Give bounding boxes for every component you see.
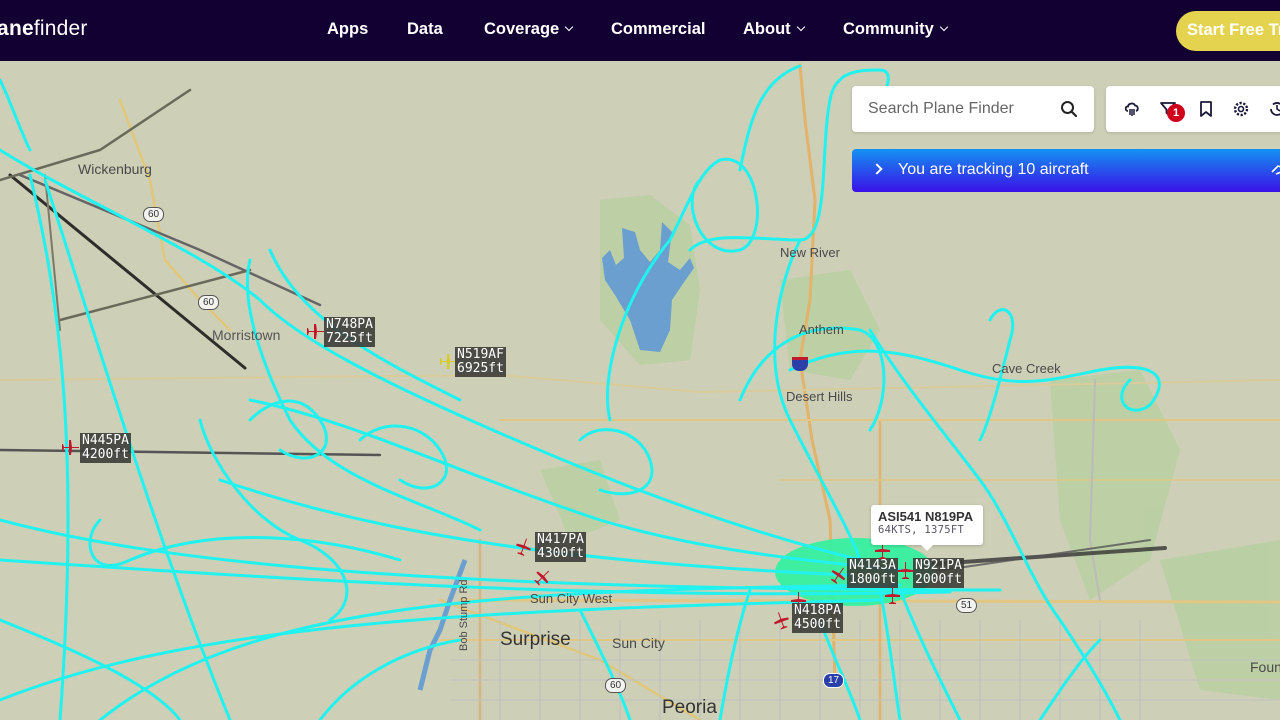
tooltip-title: ASI541 N819PA [878, 509, 974, 524]
place-label: Cave Creek [992, 361, 1061, 376]
aircraft-registration: N519AF [457, 347, 504, 362]
aircraft-icon [1271, 165, 1280, 175]
place-label: Desert Hills [786, 389, 853, 404]
aircraft-registration: N921PA [915, 558, 962, 573]
bookmark-icon[interactable] [1197, 100, 1215, 118]
aircraft-icon[interactable] [771, 611, 791, 631]
top-navigation-bar: planefinder Apps Data Coverage Commercia… [0, 0, 1280, 61]
app: Wickenburg Morristown New River Anthem D… [0, 0, 1280, 720]
place-label: Surprise [500, 629, 571, 650]
nav-about[interactable]: About [743, 20, 805, 39]
aircraft-altitude: 6925ft [457, 361, 504, 376]
aircraft-label[interactable]: N748PA 7225ft [324, 317, 375, 347]
gear-icon[interactable] [1232, 100, 1250, 118]
aircraft-label[interactable]: N921PA 2000ft [913, 558, 964, 588]
chevron-down-icon [939, 22, 948, 32]
interstate-shield: 17 [823, 673, 845, 688]
highway-shield: 60 [605, 678, 627, 693]
chevron-down-icon [564, 22, 574, 32]
nav-label: Data [407, 20, 443, 38]
aircraft-registration: N418PA [794, 603, 841, 618]
highway-shield: 51 [956, 598, 978, 613]
road-label: Bob Stump Rd [458, 579, 470, 651]
filter-count-badge: 1 [1167, 104, 1185, 122]
place-label: Sun City [612, 635, 665, 651]
cloud-weather-icon[interactable] [1123, 100, 1141, 118]
aircraft-altitude: 4300ft [537, 546, 584, 561]
aircraft-label[interactable]: N519AF 6925ft [455, 347, 506, 377]
aircraft-icon[interactable] [828, 565, 848, 585]
nav-label: About [743, 20, 791, 38]
planefinder-logo[interactable]: planefinder [0, 17, 88, 41]
aircraft-altitude: 2000ft [915, 572, 962, 587]
nav-label: Apps [327, 20, 369, 38]
aircraft-label[interactable]: N445PA 4200ft [80, 433, 131, 463]
aircraft-registration: N4143A [849, 558, 896, 573]
aircraft-registration: N445PA [82, 433, 129, 448]
aircraft-registration: N748PA [326, 317, 373, 332]
aircraft-icon[interactable] [532, 567, 552, 587]
logo-rest: finder [33, 17, 88, 40]
aircraft-tooltip: ASI541 N819PA 64KTS, 1375FT [871, 505, 983, 551]
search-box [852, 86, 1094, 132]
search-icon[interactable] [1060, 100, 1078, 118]
place-label: Fountain Hills [1250, 659, 1280, 675]
aircraft-icon[interactable] [513, 537, 533, 557]
place-label: Sun City West [530, 591, 613, 606]
highway-shield: 60 [198, 295, 220, 310]
aircraft-label[interactable]: N417PA 4300ft [535, 532, 586, 562]
nav-commercial[interactable]: Commercial [611, 20, 705, 39]
nav-community[interactable]: Community [843, 20, 948, 39]
place-label: New River [780, 245, 840, 260]
aircraft-icon[interactable] [305, 321, 325, 341]
place-label: Peoria [662, 697, 717, 718]
aircraft-label[interactable]: N4143A 1800ft [847, 558, 898, 588]
history-icon[interactable] [1268, 100, 1280, 118]
place-label: Anthem [799, 322, 844, 337]
chevron-down-icon [796, 22, 805, 32]
aircraft-altitude: 4500ft [794, 617, 841, 632]
aircraft-label[interactable]: N418PA 4500ft [792, 603, 843, 633]
aircraft-altitude: 1800ft [849, 572, 896, 587]
start-free-trial-button[interactable]: Start Free Trial [1176, 11, 1280, 51]
interstate-shield [792, 357, 808, 371]
aircraft-altitude: 4200ft [82, 447, 129, 462]
highway-shield: 60 [143, 207, 165, 222]
tracking-banner[interactable]: You are tracking 10 aircraft [852, 149, 1280, 192]
logo-prefix: pla [0, 17, 9, 40]
logo-bold: ne [8, 17, 34, 40]
nav-label: Community [843, 20, 934, 38]
chevron-right-icon[interactable] [871, 163, 883, 175]
nav-data[interactable]: Data [407, 20, 443, 39]
map-toolbar [1106, 86, 1280, 132]
place-label: Wickenburg [78, 161, 152, 177]
place-label: Morristown [212, 327, 281, 343]
nav-label: Coverage [484, 20, 560, 38]
tooltip-detail: 64KTS, 1375FT [878, 524, 965, 536]
nav-coverage[interactable]: Coverage [484, 20, 574, 39]
aircraft-registration: N417PA [537, 532, 584, 547]
nav-apps[interactable]: Apps [327, 20, 368, 39]
aircraft-icon[interactable] [60, 437, 80, 457]
tracking-text: You are tracking 10 aircraft [898, 161, 1089, 178]
street-grid [450, 620, 1280, 720]
aircraft-icon[interactable] [882, 586, 902, 606]
aircraft-icon[interactable] [895, 561, 915, 581]
search-input[interactable] [868, 98, 1048, 120]
aircraft-altitude: 7225ft [326, 331, 373, 346]
nav-label: Commercial [611, 20, 706, 38]
